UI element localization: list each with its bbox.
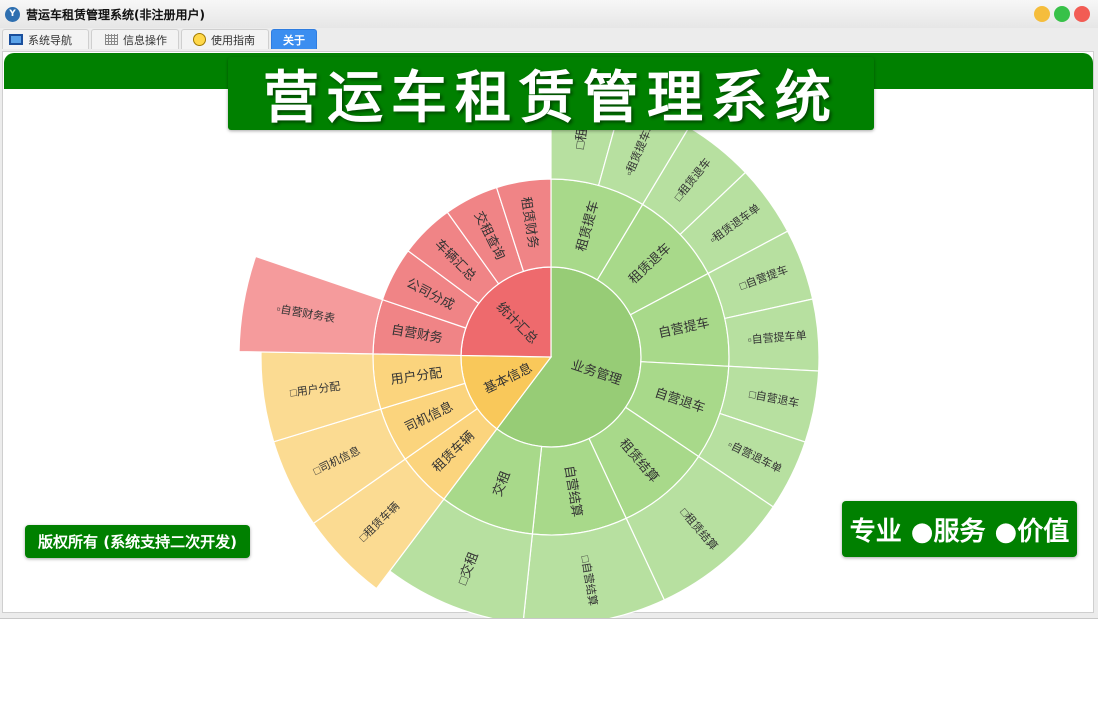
sunburst-leaf[interactable] bbox=[238, 255, 384, 355]
app-window: Y 营运车租赁管理系统(非注册用户) 系统导航 信息操作 使用指南 关于 业务管… bbox=[0, 0, 1098, 619]
system-title: 营运车租赁管理系统 bbox=[228, 57, 874, 131]
copyright-badge: 版权所有 (系统支持二次开发) bbox=[25, 525, 250, 558]
slogan-badge: 专业 ●服务 ●价值 bbox=[842, 501, 1077, 557]
